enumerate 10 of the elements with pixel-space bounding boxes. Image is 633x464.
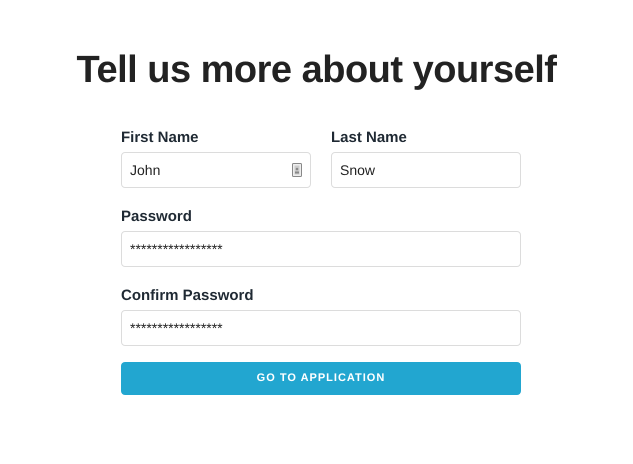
input-field[interactable]: Snow [331,152,521,188]
field-label: Last Name [331,128,407,148]
input-field[interactable]: ***************** [121,310,521,346]
page-title: Tell us more about yourself [76,48,556,93]
input-field[interactable]: John [121,152,311,188]
contact-card-icon[interactable] [292,163,302,177]
input-field[interactable]: ***************** [121,231,521,267]
field-label: Confirm Password [121,286,254,306]
field-label: First Name [121,128,199,148]
field-label: Password [121,207,192,227]
